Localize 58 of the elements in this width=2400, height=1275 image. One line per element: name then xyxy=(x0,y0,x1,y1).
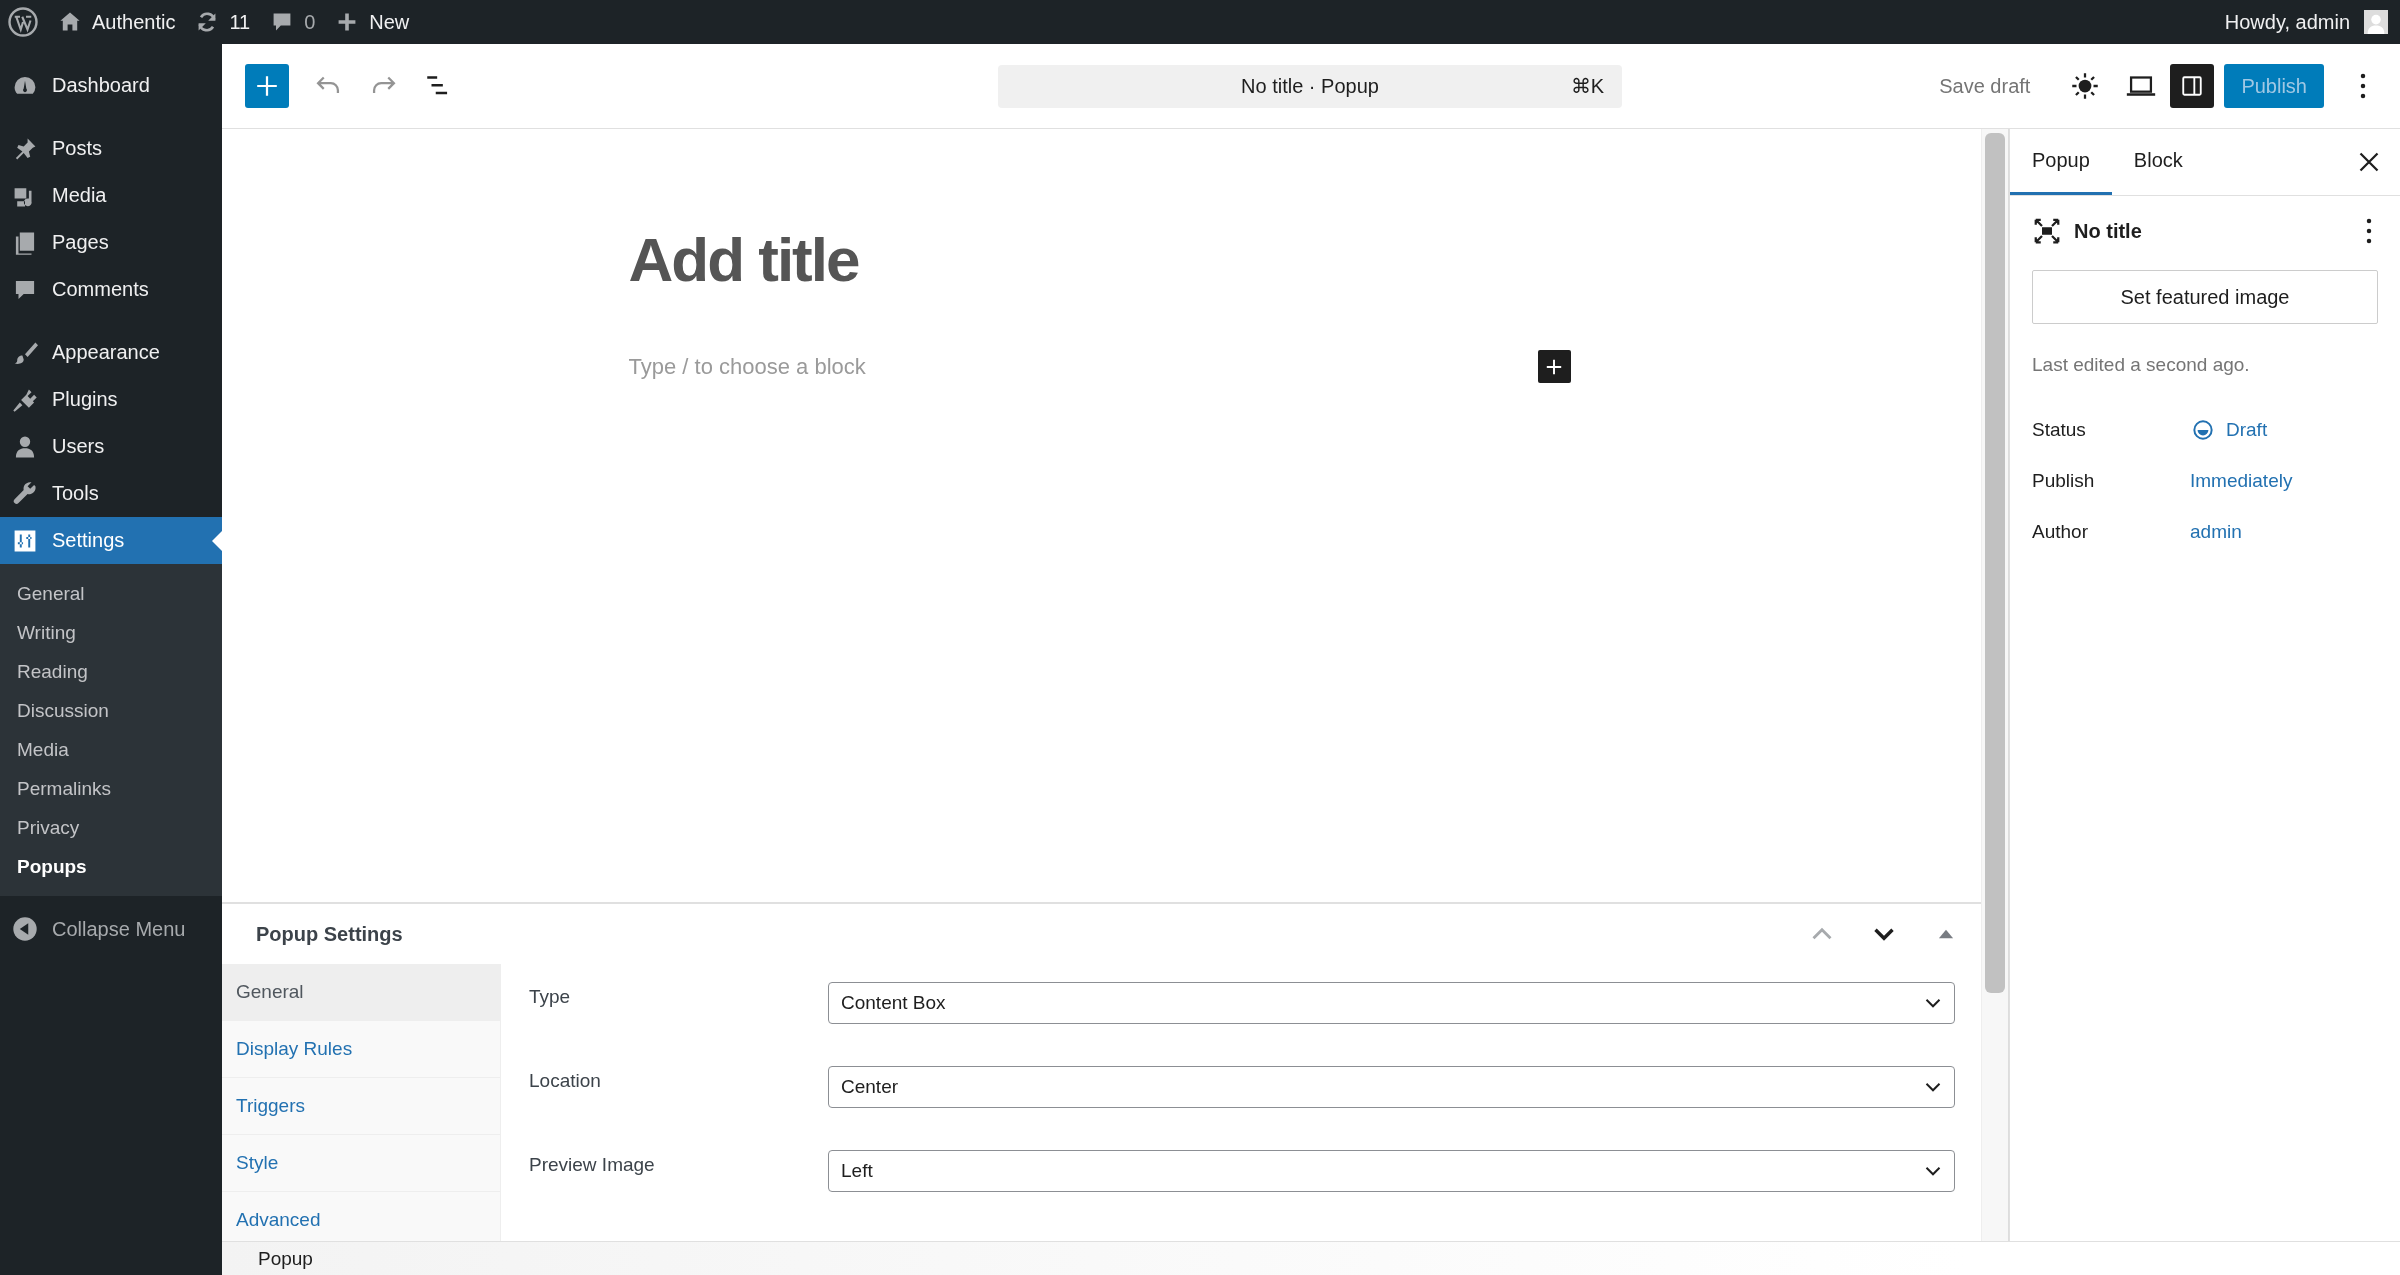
add-block-button[interactable] xyxy=(1537,350,1571,383)
save-draft-button[interactable]: Save draft xyxy=(1933,73,2037,99)
settings-tab[interactable]: Display Rules xyxy=(222,1021,500,1078)
menu-item[interactable]: Pages xyxy=(0,219,222,266)
title-field[interactable]: Add title xyxy=(628,224,1575,295)
field-label: Type xyxy=(529,986,572,1008)
wrench-icon xyxy=(12,480,38,507)
new-link[interactable]: New xyxy=(335,10,410,34)
avatar-icon xyxy=(2364,10,2388,34)
menu-item[interactable]: Appearance xyxy=(0,329,222,376)
meta-box-title: Popup Settings xyxy=(256,922,403,946)
updates-link[interactable]: 11 xyxy=(195,10,251,34)
select-field[interactable]: Left xyxy=(828,1150,1955,1192)
left-arrow-circle-icon xyxy=(12,916,38,942)
submenu-item[interactable]: Permalinks xyxy=(0,769,222,808)
submenu-item[interactable]: Writing xyxy=(0,613,222,652)
menu-item[interactable]: Tools xyxy=(0,470,222,517)
submenu-item[interactable]: Discussion xyxy=(0,691,222,730)
info-label: Author xyxy=(2032,520,2089,543)
submenu-item[interactable]: Reading xyxy=(0,652,222,691)
settings-tab[interactable]: General xyxy=(222,964,500,1021)
settings-sidebar-toggle[interactable] xyxy=(2170,64,2215,108)
panel-tab[interactable]: Popup xyxy=(2010,129,2112,195)
command-bar[interactable]: No title · Popup ⌘K xyxy=(998,64,1622,108)
expand-arrows-icon xyxy=(2032,216,2062,246)
submenu-item[interactable]: Popups xyxy=(0,847,222,886)
field-label: Location xyxy=(529,1070,602,1092)
last-edited-text: Last edited a second ago. xyxy=(2032,354,2251,376)
comments-link[interactable]: 0 xyxy=(270,10,316,34)
field-label: Preview Image xyxy=(529,1154,656,1176)
breadcrumb-link[interactable]: Popup xyxy=(258,1247,313,1270)
select-field[interactable]: Content Box xyxy=(828,982,1955,1024)
info-link[interactable]: admin xyxy=(2190,520,2242,543)
menu-item[interactable]: Settings xyxy=(0,517,222,564)
info-label: Publish xyxy=(2032,469,2096,492)
select-field[interactable]: Center xyxy=(828,1066,1955,1108)
menu-item[interactable]: Plugins xyxy=(0,376,222,423)
info-link[interactable]: Draft xyxy=(2190,416,2268,443)
set-featured-image-button[interactable]: Set featured image xyxy=(2032,270,2378,324)
panel-tab[interactable]: Block xyxy=(2111,129,2205,195)
menu-item[interactable]: Comments xyxy=(0,266,222,313)
menu-item[interactable]: Media xyxy=(0,172,222,219)
account-link[interactable]: Howdy, admin xyxy=(2224,10,2388,34)
site-link[interactable]: Authentic xyxy=(58,10,176,34)
submenu-item[interactable]: Privacy xyxy=(0,808,222,847)
submenu-item[interactable]: Media xyxy=(0,730,222,769)
info-label: Status xyxy=(2032,418,2087,441)
settings-tab[interactable]: Style xyxy=(222,1135,500,1192)
collapse-menu-button[interactable]: Collapse Menu xyxy=(0,908,222,950)
settings-tab[interactable]: Triggers xyxy=(222,1078,500,1135)
info-link[interactable]: Immediately xyxy=(2190,469,2293,492)
submenu-item[interactable]: General xyxy=(0,574,222,613)
scrollbar[interactable] xyxy=(1981,129,2009,1241)
logo-icon[interactable] xyxy=(8,7,38,37)
menu-item[interactable]: Dashboard xyxy=(0,62,222,109)
post-title: No title xyxy=(2074,219,2143,243)
menu-item[interactable]: Posts xyxy=(0,125,222,172)
menu-item[interactable]: Users xyxy=(0,423,222,470)
